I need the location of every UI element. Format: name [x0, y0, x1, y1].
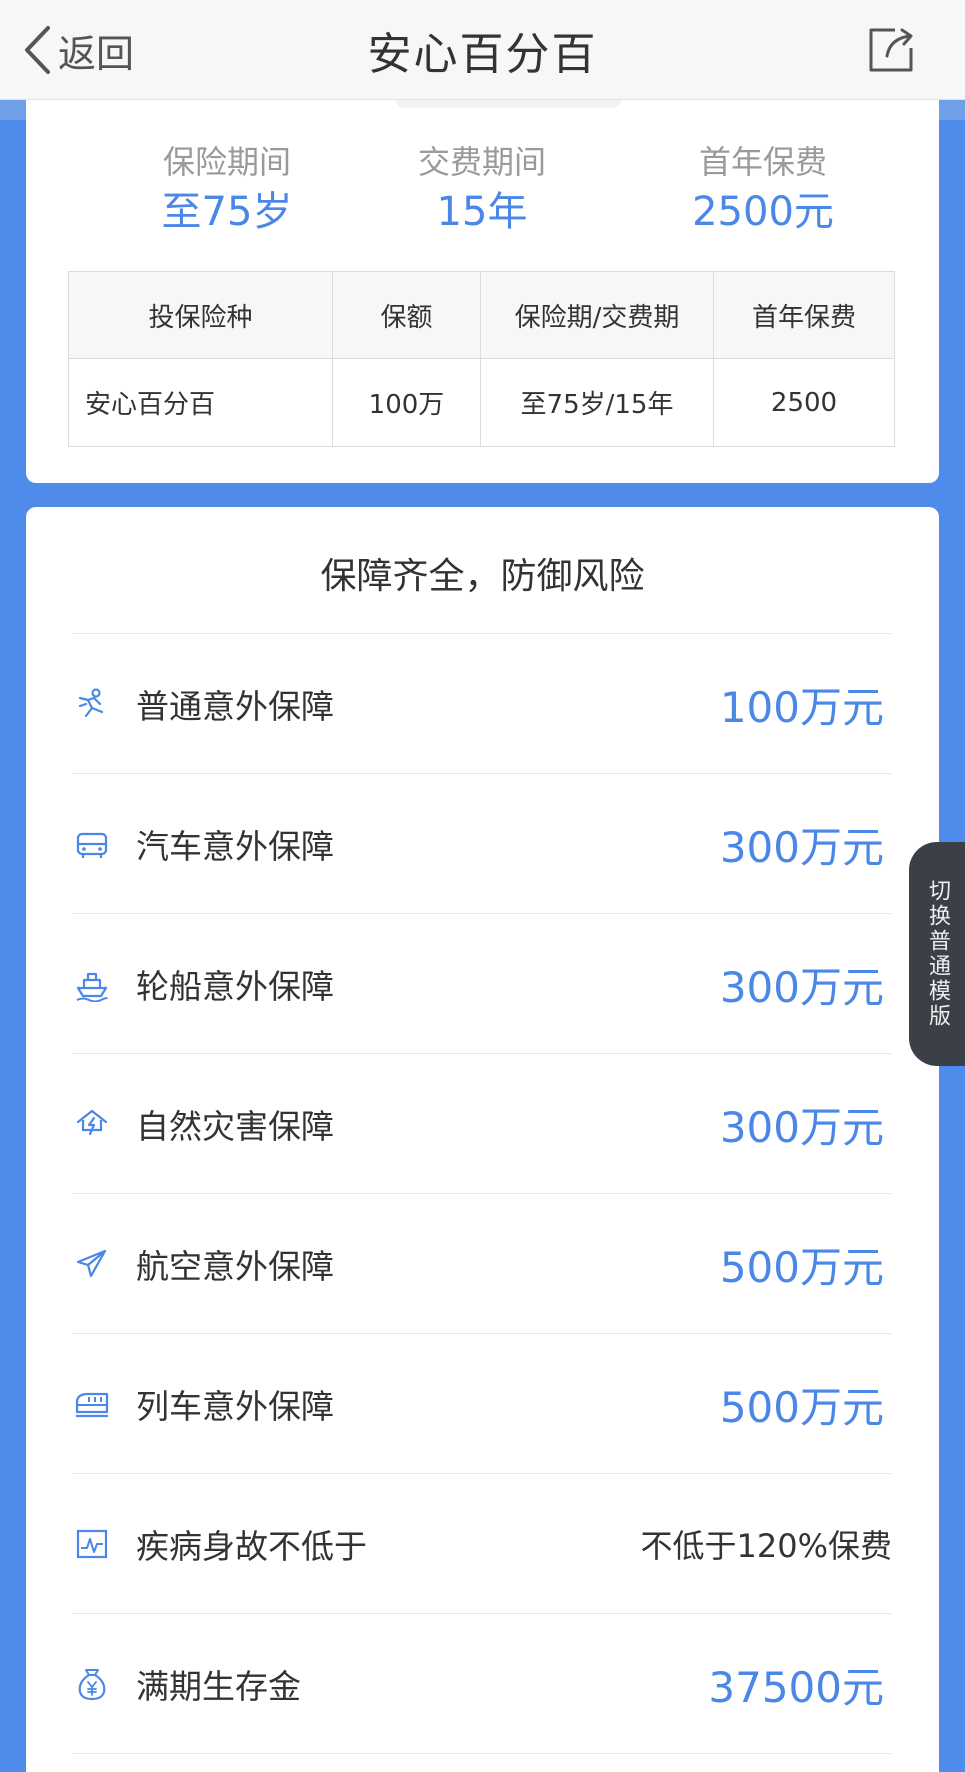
- airplane-icon: [76, 1249, 107, 1278]
- coverage-value: 不低于120%保费: [640, 1527, 893, 1565]
- switch-template-label: 切换普通模版: [925, 879, 950, 1029]
- coverage-value: 300万元: [719, 822, 884, 872]
- section-title: 保障齐全，防御风险: [320, 556, 645, 597]
- coverage-value: 300万元: [719, 1102, 884, 1152]
- stat-value: 至75岁: [161, 189, 293, 235]
- stat-label: 保险期间: [162, 143, 291, 181]
- policy-table: 投保险种 保额 保险期/交费期 首年保费 安心百分百 100万 至75岁/15年…: [68, 271, 895, 447]
- coverage-value: 37500元: [708, 1662, 884, 1712]
- coverage-label: 疾病身故不低于: [136, 1527, 367, 1566]
- list-item: 汽车意外保障 300万元: [72, 774, 892, 914]
- list-item: 自然灾害保障 300万元: [72, 1054, 892, 1194]
- ship-icon: [76, 972, 108, 1002]
- coverage-label: 轮船意外保障: [136, 967, 334, 1006]
- coverage-label: 满期生存金: [136, 1667, 301, 1706]
- switch-template-button[interactable]: 切换普通模版: [909, 842, 965, 1066]
- divider: [72, 1753, 892, 1754]
- coverage-label: 自然灾害保障: [136, 1107, 334, 1146]
- table-row: 安心百分百 100万 至75岁/15年 2500: [68, 358, 895, 447]
- table-header-cell: 投保险种: [68, 271, 333, 359]
- table-header-cell: 保额: [332, 271, 481, 359]
- money-bag-icon: [78, 1669, 106, 1701]
- heartbeat-icon: [76, 1529, 108, 1559]
- table-header-cell: 首年保费: [713, 271, 895, 359]
- stat-label: 首年保费: [698, 143, 827, 181]
- stat-first-year-premium: 首年保费 2500元: [643, 140, 883, 240]
- coverage-card: 保障齐全，防御风险 普通意外保障 100万元 汽车意外保障 300万元 轮船意外…: [26, 507, 939, 1772]
- stat-value: 15年: [436, 189, 528, 235]
- list-item: 疾病身故不低于 不低于120%保费: [72, 1474, 892, 1614]
- share-icon[interactable]: [865, 24, 917, 76]
- falling-person-icon: [78, 688, 104, 718]
- coverage-label: 普通意外保障: [136, 687, 334, 726]
- table-cell: 至75岁/15年: [480, 358, 714, 447]
- train-icon: [75, 1392, 109, 1418]
- card-notch: [396, 100, 621, 108]
- table-header-row: 投保险种 保额 保险期/交费期 首年保费: [68, 271, 895, 359]
- list-item: 航空意外保障 500万元: [72, 1194, 892, 1334]
- list-item: 列车意外保障 500万元: [72, 1334, 892, 1474]
- list-item: 普通意外保障 100万元: [72, 634, 892, 774]
- coverage-label: 列车意外保障: [136, 1387, 334, 1426]
- stat-insurance-period: 保险期间 至75岁: [107, 140, 347, 240]
- stat-label: 交费期间: [417, 143, 546, 181]
- coverage-label: 汽车意外保障: [136, 827, 334, 866]
- coverage-value: 300万元: [719, 962, 884, 1012]
- car-icon: [76, 832, 108, 858]
- table-cell: 安心百分百: [68, 358, 333, 447]
- stat-payment-period: 交费期间 15年: [362, 140, 602, 240]
- page-title: 安心百分百: [367, 29, 598, 80]
- list-item: 满期生存金 37500元: [72, 1614, 892, 1754]
- table-cell: 100万: [332, 358, 481, 447]
- coverage-value: 500万元: [719, 1382, 884, 1432]
- list-item: 轮船意外保障 300万元: [72, 914, 892, 1054]
- table-cell: 2500: [713, 358, 895, 447]
- coverage-value: 100万元: [719, 682, 884, 732]
- summary-stats: 保险期间 至75岁 交费期间 15年 首年保费 2500元: [26, 140, 939, 240]
- natural-disaster-icon: [76, 1109, 108, 1136]
- top-navigation-bar: 返回 安心百分百: [0, 0, 965, 100]
- stat-value: 2500元: [692, 189, 834, 235]
- policy-summary-card: 保险期间 至75岁 交费期间 15年 首年保费 2500元 投保险种 保额 保险…: [26, 100, 939, 483]
- coverage-label: 航空意外保障: [136, 1247, 334, 1286]
- table-header-cell: 保险期/交费期: [480, 271, 714, 359]
- coverage-value: 500万元: [719, 1242, 884, 1292]
